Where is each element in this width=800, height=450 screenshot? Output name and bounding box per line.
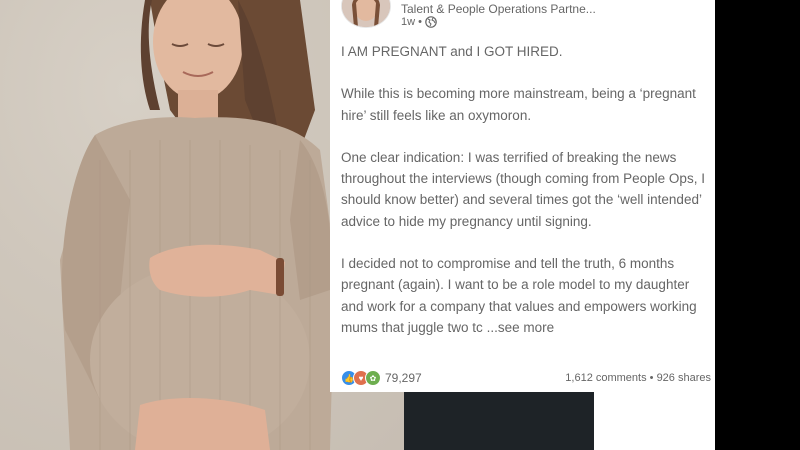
post-meta: 1w • (401, 16, 437, 28)
dark-panel (404, 392, 594, 450)
author-subtitle: Talent & People Operations Partne... (401, 2, 596, 16)
comments-shares[interactable]: 1,612 comments • 926 shares (565, 372, 711, 384)
post-paragraph: I AM PREGNANT and I GOT HIRED. (341, 44, 563, 59)
letterbox-right (715, 0, 800, 450)
post-paragraph: While this is becoming more mainstream, … (341, 86, 696, 123)
post-paragraph: One clear indication: I was terrified of… (341, 149, 705, 229)
avatar[interactable] (341, 0, 391, 28)
white-gap (594, 392, 715, 450)
globe-icon (425, 16, 437, 28)
support-icon: ✿ (365, 370, 381, 386)
reactions[interactable]: 👍 ♥ ✿ 79,297 (341, 370, 422, 386)
post-paragraph: I decided not to compromise and tell the… (341, 253, 713, 338)
reaction-count: 79,297 (385, 371, 422, 385)
post-card: Talent & People Operations Partne... 1w … (330, 0, 715, 392)
post-time: 1w • (401, 16, 422, 28)
see-more-link[interactable]: ...see more (487, 320, 555, 335)
reaction-icons: 👍 ♥ ✿ (341, 370, 381, 386)
avatar-image (342, 0, 390, 27)
post-body: I AM PREGNANT and I GOT HIRED. While thi… (341, 41, 713, 359)
